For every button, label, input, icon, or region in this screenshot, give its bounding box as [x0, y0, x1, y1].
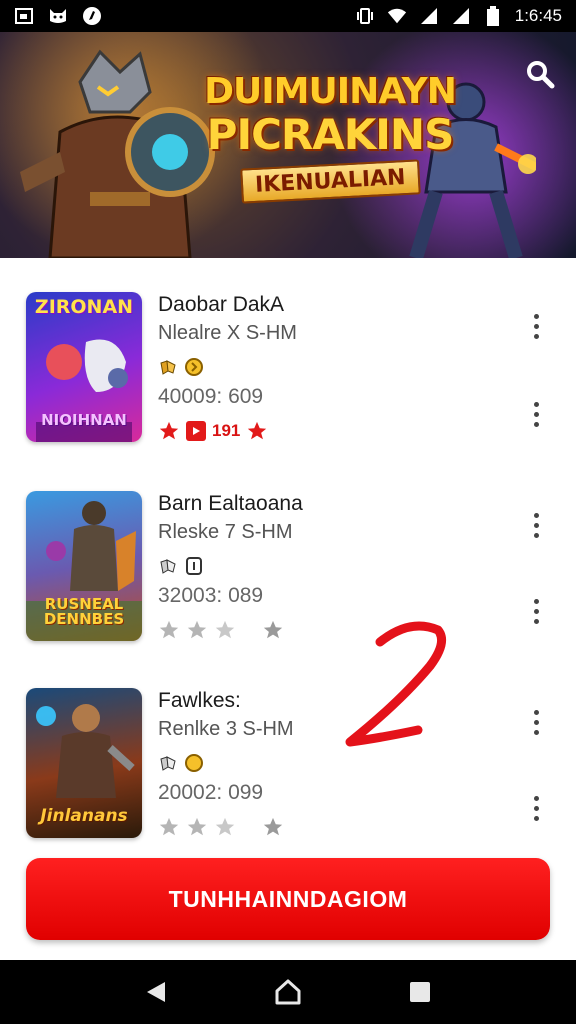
recents-button[interactable]	[400, 972, 440, 1012]
item-rating	[158, 814, 478, 840]
back-icon	[147, 982, 165, 1002]
item-info: Daobar DakA Nlealre X S-HM 40009: 609 19…	[158, 292, 478, 444]
more-icon	[533, 795, 539, 801]
status-right: 1:6:45	[355, 6, 562, 26]
list-item[interactable]: Jinlanans Fawlkes: Renlke 3 S-HM 20002: …	[0, 688, 576, 848]
item-price: 40009: 609	[158, 385, 264, 408]
hero-banner[interactable]: DUIMUINAYN PICRAKINS IKENUALIAN	[0, 32, 576, 258]
status-bar: 1:6:45	[0, 0, 576, 32]
annotation-number-two	[345, 621, 447, 747]
app-icon	[82, 7, 102, 25]
more-options-button-secondary[interactable]	[526, 593, 546, 629]
thumbnail-caption: Jinlanans	[40, 806, 128, 826]
more-icon	[533, 512, 539, 518]
list-item[interactable]: ZIRONAN NIOIHNAN Daobar DakA Nlealre X S…	[0, 292, 576, 452]
banner-title-line1: DUIMUINAYN	[204, 71, 457, 112]
star-icon	[159, 421, 179, 440]
back-button[interactable]	[136, 972, 176, 1012]
more-options-button-secondary[interactable]	[526, 396, 546, 432]
star-icon	[263, 817, 283, 836]
more-options-button-secondary[interactable]	[526, 790, 546, 826]
banner-title-block: DUIMUINAYN PICRAKINS IKENUALIAN	[190, 71, 470, 204]
coin-icon	[184, 357, 204, 377]
star-icon	[187, 620, 207, 639]
star-icon	[159, 620, 179, 639]
thumbnail-title: ZIRONAN	[34, 296, 134, 318]
game-thumbnail[interactable]: RUSNEAL DENNBES	[26, 491, 142, 641]
item-rating: 191	[158, 418, 478, 444]
tag-icon	[184, 556, 204, 576]
more-icon	[533, 313, 539, 319]
cat-icon	[48, 7, 68, 25]
more-options-button[interactable]	[526, 308, 546, 344]
star-icon	[187, 817, 207, 836]
system-nav-bar	[0, 960, 576, 1024]
signal-icon	[419, 7, 439, 25]
item-badges	[158, 549, 478, 583]
search-icon	[527, 61, 555, 89]
star-icon	[215, 817, 235, 836]
controller-icon	[158, 556, 178, 576]
signal-icon-2	[451, 7, 471, 25]
item-badges	[158, 350, 478, 384]
item-price: 20002: 099	[158, 781, 264, 804]
item-title: Barn Ealtaoana	[158, 492, 303, 515]
home-icon	[275, 979, 301, 1005]
banner-subtitle: IKENUALIAN	[239, 159, 421, 204]
item-price: 32003: 089	[158, 584, 264, 607]
wifi-icon	[387, 7, 407, 25]
recents-icon	[410, 982, 430, 1002]
item-subtitle: Nlealre X S-HM	[158, 322, 297, 344]
item-badges	[158, 746, 478, 780]
controller-icon	[158, 357, 178, 377]
more-icon	[533, 709, 539, 715]
primary-action-button[interactable]: TUNHHAINNDAGIOM	[26, 858, 550, 940]
status-time: 1:6:45	[514, 6, 562, 25]
star-icon	[263, 620, 283, 639]
list-item[interactable]: RUSNEAL DENNBES Barn Ealtaoana Rleske 7 …	[0, 491, 576, 651]
banner-title-line2: PICRAKINS	[206, 110, 455, 159]
home-button[interactable]	[268, 972, 308, 1012]
search-button[interactable]	[522, 56, 558, 92]
more-icon	[533, 598, 539, 604]
rating-count: 191	[212, 421, 241, 440]
primary-action-label: TUNHHAINNDAGIOM	[168, 885, 408, 912]
coin-icon	[184, 753, 204, 773]
battery-icon	[483, 6, 503, 26]
more-options-button[interactable]	[526, 704, 546, 740]
more-options-button[interactable]	[526, 507, 546, 543]
star-icon	[215, 620, 235, 639]
play-badge-icon	[186, 421, 206, 441]
star-icon	[248, 421, 267, 440]
thumbnail-caption: NIOIHNAN	[41, 411, 127, 429]
item-title: Daobar DakA	[158, 293, 285, 316]
game-thumbnail[interactable]: Jinlanans	[26, 688, 142, 838]
controller-icon	[158, 753, 178, 773]
image-icon	[14, 7, 34, 25]
thumbnail-caption: RUSNEAL DENNBES	[43, 595, 125, 628]
game-thumbnail[interactable]: ZIRONAN NIOIHNAN	[26, 292, 142, 442]
vibrate-icon	[355, 7, 375, 25]
item-subtitle: Rleske 7 S-HM	[158, 521, 293, 543]
star-icon	[159, 817, 179, 836]
more-icon	[533, 401, 539, 407]
app-screen: 1:6:45 DUIMUINAYN PICRAKINS IKENUALIAN Z…	[0, 0, 576, 1024]
status-left	[14, 7, 102, 25]
